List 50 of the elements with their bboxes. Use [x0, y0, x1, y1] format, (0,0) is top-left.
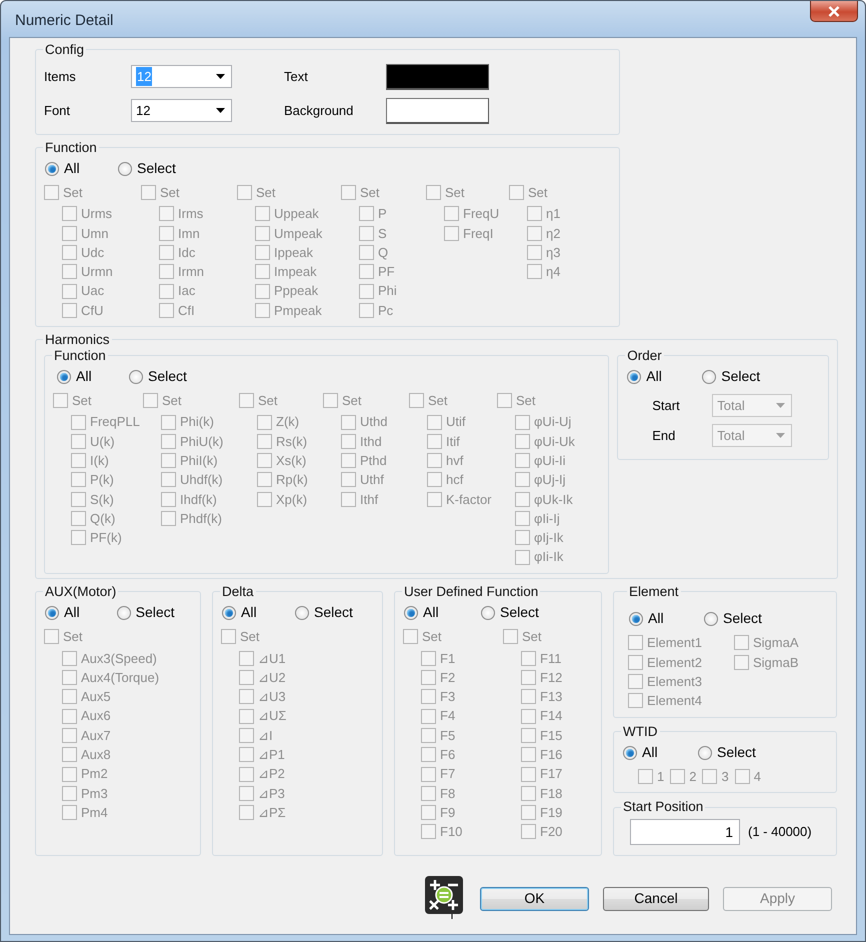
- radio-button[interactable]: All: [45, 158, 118, 180]
- radio-button[interactable]: Select: [702, 366, 792, 388]
- group-label: Start Position: [622, 799, 704, 815]
- radio-button[interactable]: Select: [116, 602, 192, 624]
- group-label: User Defined Function: [403, 584, 540, 600]
- dropdown-caret-icon: [216, 108, 225, 114]
- dropdown-caret-icon: [216, 74, 225, 80]
- radio-button[interactable]: All: [57, 366, 129, 388]
- radio-button[interactable]: All: [404, 602, 481, 624]
- color-swatch-button[interactable]: [386, 98, 489, 124]
- dropdown[interactable]: 12: [131, 65, 232, 88]
- close-button[interactable]: [810, 1, 858, 22]
- field-label: Text: [284, 68, 309, 86]
- group-label: WTID: [622, 724, 658, 740]
- field-label: Start: [652, 396, 681, 415]
- radio-button[interactable]: All: [222, 602, 296, 624]
- group-label: Order: [626, 348, 663, 364]
- radio-button[interactable]: Select: [295, 602, 374, 624]
- group-label: Function: [44, 140, 98, 156]
- field-label: Items: [44, 68, 77, 86]
- dropdown-caret-icon: [776, 433, 786, 438]
- field-label: End: [652, 426, 676, 445]
- start-position-field[interactable]: 1: [630, 818, 740, 845]
- group-label: Config: [44, 42, 86, 58]
- field-label: Background: [284, 102, 354, 120]
- radio-button[interactable]: All: [623, 742, 698, 764]
- group-label: Function: [53, 348, 107, 364]
- dropdown-caret-icon: [776, 403, 786, 408]
- dropdown[interactable]: 12: [131, 99, 232, 122]
- radio-button[interactable]: Select: [118, 158, 208, 180]
- dialog-button[interactable]: Cancel: [603, 886, 709, 911]
- group-label: Harmonics: [44, 332, 111, 348]
- window-title: Numeric Detail: [14, 11, 114, 31]
- group-label: Element: [628, 584, 680, 600]
- radio-button[interactable]: Select: [704, 608, 794, 630]
- color-swatch-button[interactable]: [386, 64, 489, 90]
- field-label: Font: [44, 102, 72, 120]
- radio-button[interactable]: Select: [481, 602, 561, 624]
- radio-button[interactable]: All: [629, 608, 704, 630]
- close-icon: [828, 6, 840, 16]
- group-label: Delta: [221, 584, 255, 600]
- calculator-button[interactable]: [424, 874, 464, 919]
- group-label: AUX(Motor): [44, 584, 118, 600]
- radio-button[interactable]: Select: [698, 742, 788, 764]
- radio-button[interactable]: All: [45, 602, 117, 624]
- radio-button[interactable]: Select: [129, 366, 219, 388]
- range-hint: (1 - 40000): [748, 823, 812, 842]
- radio-button[interactable]: All: [627, 366, 702, 388]
- calculator-icon: [424, 874, 464, 919]
- dialog-button[interactable]: OK: [480, 886, 589, 911]
